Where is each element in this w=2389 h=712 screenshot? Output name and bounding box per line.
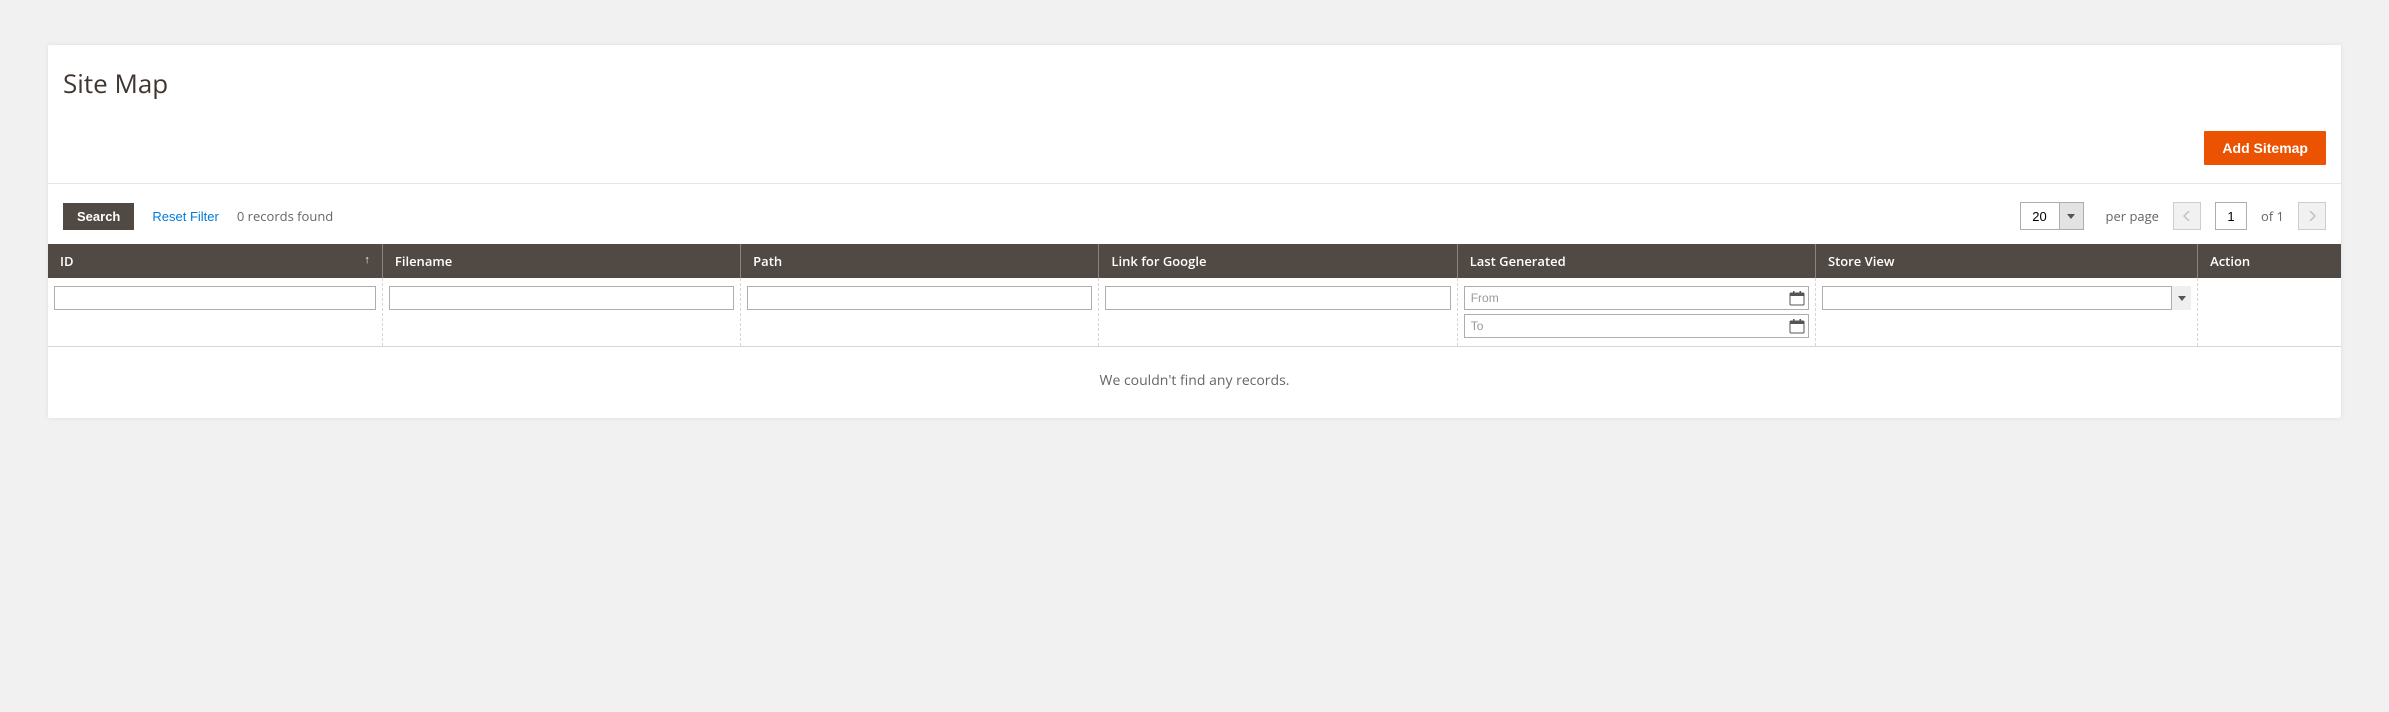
grid-controls: Search Reset Filter 0 records found per … <box>48 184 2341 244</box>
col-header-path[interactable]: Path <box>741 244 1099 278</box>
pager-of-label: of 1 <box>2261 207 2284 225</box>
col-header-filename[interactable]: Filename <box>382 244 740 278</box>
page-title: Site Map <box>63 65 2326 101</box>
pager-current-input[interactable] <box>2215 202 2247 230</box>
caret-down-icon <box>2067 214 2075 219</box>
reset-filter-button[interactable]: Reset Filter <box>152 209 218 224</box>
grid-controls-left: Search Reset Filter 0 records found <box>63 203 333 230</box>
filter-date-to-input[interactable] <box>1464 314 1809 338</box>
page-size-input[interactable] <box>2020 202 2060 230</box>
chevron-right-icon <box>2309 211 2316 221</box>
filter-path-input[interactable] <box>747 286 1092 310</box>
records-found-label: 0 records found <box>237 207 333 225</box>
col-header-id[interactable]: ID ↑ <box>48 244 382 278</box>
filter-link-input[interactable] <box>1105 286 1450 310</box>
filter-date-from-input[interactable] <box>1464 286 1809 310</box>
no-records-row: We couldn't find any records. <box>48 347 2341 409</box>
filter-store-view-select[interactable] <box>1822 286 2191 310</box>
filter-row <box>48 278 2341 347</box>
page-size-dropdown[interactable] <box>2060 202 2084 230</box>
col-header-action: Action <box>2198 244 2341 278</box>
no-records-message: We couldn't find any records. <box>48 347 2341 408</box>
col-header-last-generated[interactable]: Last Generated <box>1457 244 1815 278</box>
col-header-link[interactable]: Link for Google <box>1099 244 1457 278</box>
pager-next-button[interactable] <box>2298 202 2326 230</box>
table-header-row: ID ↑ Filename Path Link for Google Last … <box>48 244 2341 278</box>
col-header-store-view[interactable]: Store View <box>1815 244 2197 278</box>
filter-filename-input[interactable] <box>389 286 734 310</box>
toolbar-top: Add Sitemap <box>48 101 2341 184</box>
calendar-icon[interactable] <box>1789 290 1805 306</box>
grid-controls-right: per page of 1 <box>2020 202 2327 230</box>
page-header: Site Map <box>48 45 2341 101</box>
filter-id-input[interactable] <box>54 286 376 310</box>
sitemap-grid-table: ID ↑ Filename Path Link for Google Last … <box>48 244 2341 408</box>
pager-prev-button[interactable] <box>2173 202 2201 230</box>
calendar-icon[interactable] <box>1789 318 1805 334</box>
page-size-control <box>2020 202 2084 230</box>
page-container: Site Map Add Sitemap Search Reset Filter… <box>48 45 2341 418</box>
per-page-label: per page <box>2106 207 2159 225</box>
sort-asc-icon: ↑ <box>364 252 370 267</box>
chevron-left-icon <box>2183 211 2190 221</box>
add-sitemap-button[interactable]: Add Sitemap <box>2204 131 2326 165</box>
col-header-id-label: ID <box>60 252 74 270</box>
search-button[interactable]: Search <box>63 203 134 230</box>
